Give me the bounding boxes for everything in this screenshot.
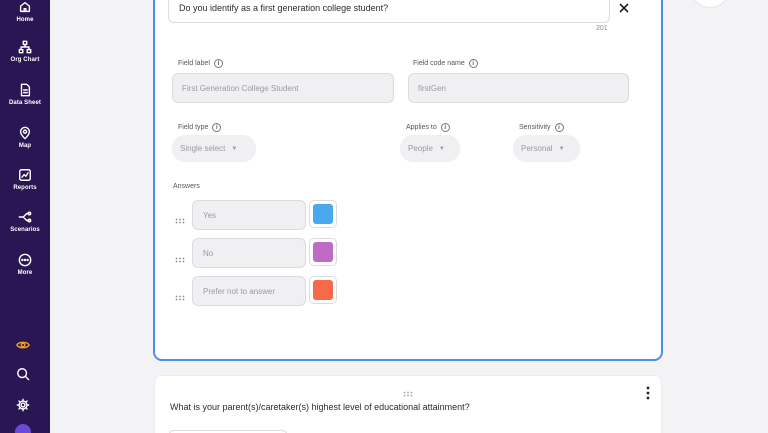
close-icon[interactable] <box>617 1 631 15</box>
answer-input[interactable]: Yes <box>192 200 306 230</box>
nav-scenarios-label: Scenarios <box>10 227 40 233</box>
sensitivity-title-text: Sensitivity <box>519 124 551 131</box>
nav-reports-label: Reports <box>13 185 37 191</box>
info-icon[interactable]: i <box>212 123 222 132</box>
drag-handle-icon[interactable] <box>403 384 413 397</box>
caret-down-icon: ▼ <box>438 145 445 152</box>
answer-input[interactable]: No <box>192 238 306 268</box>
search-icon[interactable] <box>16 367 30 381</box>
nav-more[interactable]: More <box>0 253 50 276</box>
answer-input[interactable]: Prefer not to answer <box>192 276 306 306</box>
color-picker[interactable] <box>309 238 337 266</box>
field-type-title: Field type i <box>178 123 222 132</box>
nav-data-sheet[interactable]: Data Sheet <box>0 83 50 106</box>
info-icon[interactable]: i <box>554 123 564 132</box>
caret-down-icon: ▼ <box>231 145 238 152</box>
nav-home-label: Home <box>16 17 34 23</box>
info-icon[interactable]: i <box>468 59 478 68</box>
field-code-title-text: Field code name <box>413 60 465 67</box>
nav-map[interactable]: Map <box>0 126 50 149</box>
color-swatch <box>313 280 333 300</box>
applies-to-value: People <box>408 144 433 153</box>
info-icon[interactable]: i <box>213 59 223 68</box>
nav-org-chart[interactable]: Org Chart <box>0 40 50 63</box>
scenarios-icon <box>18 211 32 223</box>
avatar[interactable] <box>15 424 31 433</box>
nav-scenarios[interactable]: Scenarios <box>0 210 50 233</box>
sensitivity-value: Personal <box>521 144 553 153</box>
reports-icon <box>19 169 31 181</box>
data-sheet-icon <box>20 83 31 97</box>
drag-handle-icon[interactable] <box>175 288 185 301</box>
char-count: 201 <box>596 25 608 32</box>
sensitivity-select[interactable]: Personal ▼ <box>513 135 580 162</box>
field-label-title: Field label i <box>178 59 223 68</box>
applies-to-title-text: Applies to <box>406 124 437 131</box>
drag-handle-icon[interactable] <box>175 211 185 224</box>
question-card-active <box>153 0 663 361</box>
nav-data-sheet-label: Data Sheet <box>8 100 41 106</box>
sidebar: Home Org Chart Data Sheet Map Reports Sc… <box>0 0 50 433</box>
field-label-input[interactable]: First Generation College Student <box>172 73 394 103</box>
gear-icon[interactable] <box>16 398 30 412</box>
field-label-title-text: Field label <box>178 60 210 67</box>
color-picker[interactable] <box>309 276 337 304</box>
map-pin-icon <box>19 126 31 140</box>
more-icon <box>18 253 32 267</box>
field-type-select[interactable]: Single select ▼ <box>172 135 256 162</box>
nav-org-chart-label: Org Chart <box>10 57 40 63</box>
field-type-title-text: Field type <box>178 124 209 131</box>
kebab-menu-icon[interactable] <box>644 386 652 400</box>
nav-reports[interactable]: Reports <box>0 168 50 191</box>
field-code-input[interactable]: firstGen <box>408 73 629 103</box>
info-icon[interactable]: i <box>440 123 450 132</box>
applies-to-select[interactable]: People ▼ <box>400 135 460 162</box>
sensitivity-title: Sensitivity i <box>519 123 564 132</box>
question-text: Do you identify as a first generation co… <box>179 3 389 13</box>
next-question-text: What is your parent(s)/caretaker(s) high… <box>170 402 470 412</box>
eye-icon[interactable] <box>16 338 30 352</box>
nav-map-label: Map <box>18 143 32 149</box>
nav-more-label: More <box>17 270 33 276</box>
drag-handle-icon[interactable] <box>175 250 185 263</box>
caret-down-icon: ▼ <box>558 145 565 152</box>
home-icon <box>19 1 31 13</box>
color-swatch <box>313 242 333 262</box>
nav-home[interactable]: Home <box>0 0 50 23</box>
org-chart-icon <box>18 40 32 54</box>
field-code-title: Field code name i <box>413 59 478 68</box>
answers-title: Answers <box>173 183 200 190</box>
color-picker[interactable] <box>309 200 337 228</box>
applies-to-title: Applies to i <box>406 123 450 132</box>
field-type-value: Single select <box>180 144 226 153</box>
color-swatch <box>313 204 333 224</box>
